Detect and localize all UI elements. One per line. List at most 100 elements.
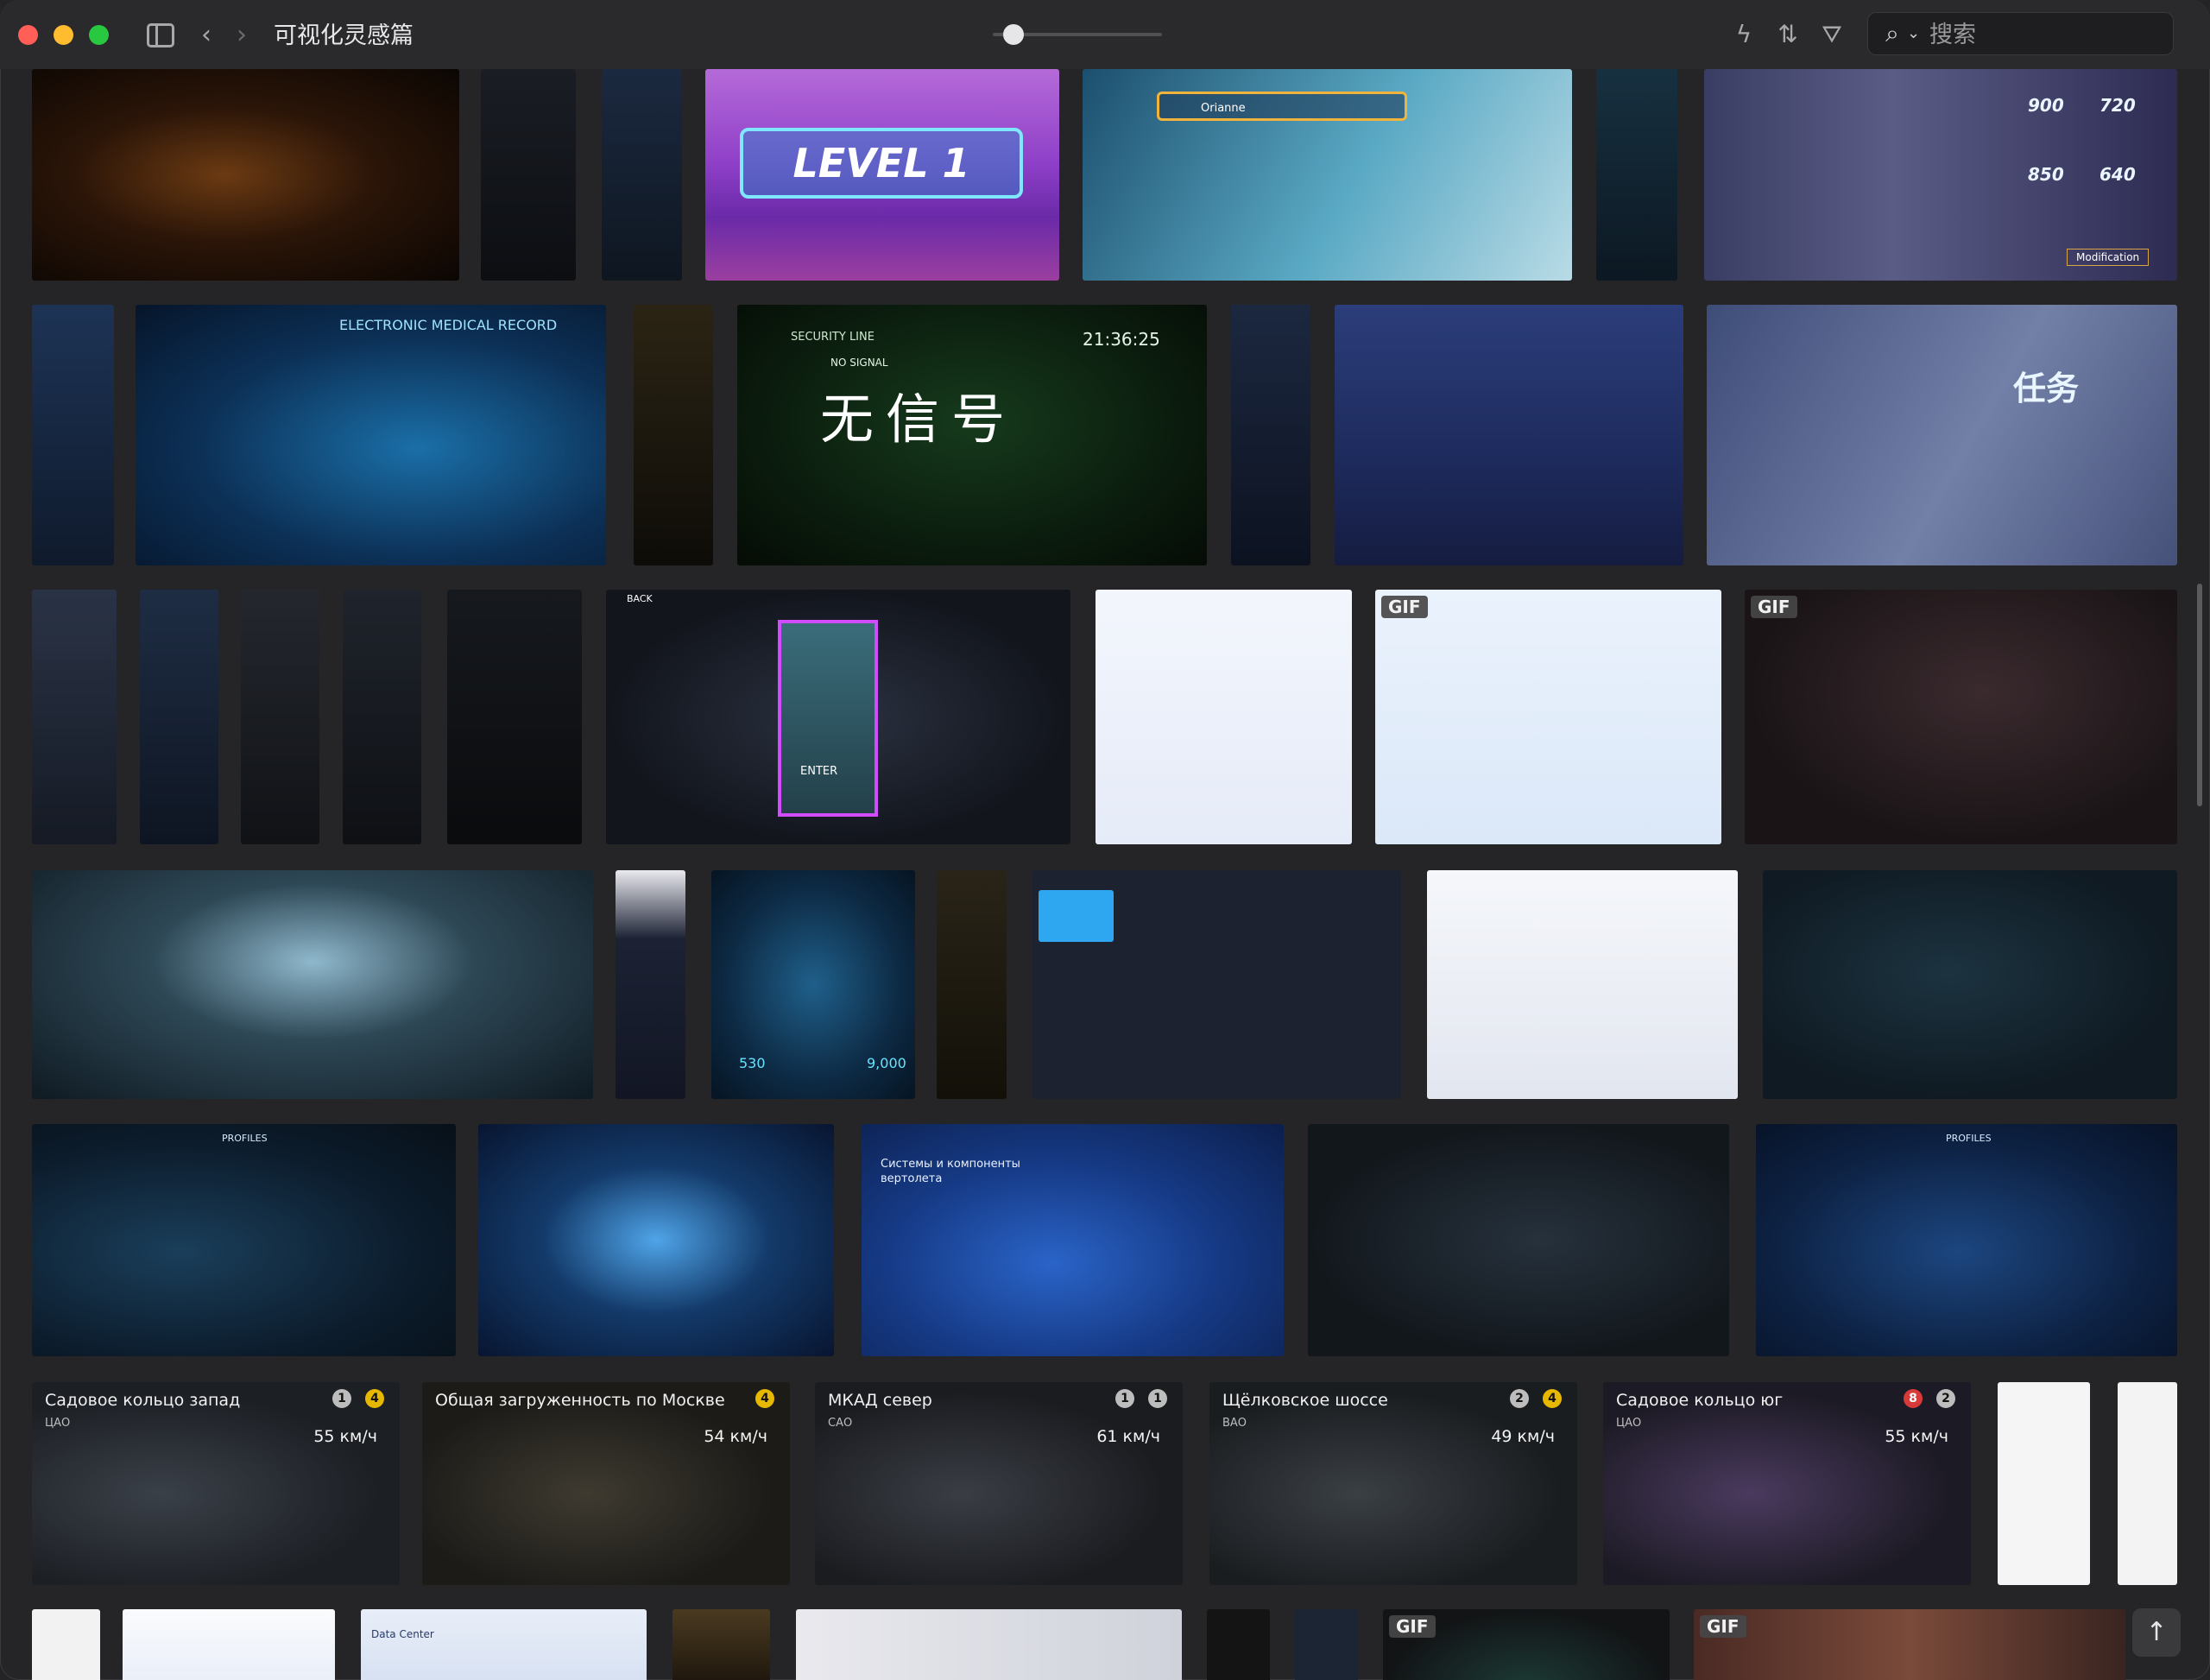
- enter-label: ENTER: [800, 765, 838, 778]
- security-line-label: SECURITY LINE: [791, 331, 875, 344]
- search-input[interactable]: [1928, 16, 2164, 53]
- thumbnail-mobile-code[interactable]: [241, 590, 319, 844]
- pm-card: [1039, 890, 1114, 942]
- thumbnail-row7-phone[interactable]: [1295, 1609, 1358, 1680]
- thumbnail-card-shop[interactable]: [1335, 305, 1683, 565]
- back-label: BACK: [627, 593, 653, 604]
- thumbnail-hud-cannon[interactable]: [32, 69, 459, 281]
- thumbnail-card-game[interactable]: GIF: [1745, 590, 2177, 844]
- speed-850: 850: [2028, 164, 2064, 185]
- thumbnail-mobile-cyan[interactable]: [1596, 69, 1677, 281]
- profiles-label: PROFILES: [222, 1133, 268, 1144]
- leaderboard-top-row: Orianne: [1157, 92, 1407, 121]
- gif-badge: GIF: [1751, 596, 1797, 618]
- forward-icon[interactable]: ›: [230, 21, 254, 50]
- scrollbar-thumb[interactable]: [2197, 584, 2202, 806]
- map-district: ЦАО: [1616, 1417, 1642, 1430]
- map-title: Общая загруженность по Москве: [435, 1391, 725, 1410]
- thumbnail-city-3d[interactable]: 530 9,000: [711, 870, 915, 1099]
- thumbnail-isometric-network[interactable]: GIF: [1375, 590, 1721, 844]
- chevron-down-icon[interactable]: ⌄: [1907, 19, 1920, 48]
- thumbnail-moscow-map-2[interactable]: Общая загруженность по Москве 54 км/ч 4: [422, 1382, 790, 1585]
- thumbnail-instance-task[interactable]: BACK ENTER: [606, 590, 1070, 844]
- map-badge-2: 1: [1148, 1389, 1167, 1408]
- thumbnail-row7-cube[interactable]: [123, 1609, 335, 1680]
- map-speed: 54 км/ч: [704, 1427, 767, 1446]
- thumbnail-white-doc-1[interactable]: [1998, 1382, 2090, 1585]
- sidebar-toggle-icon[interactable]: [147, 23, 174, 47]
- thumbnail-moscow-map-5[interactable]: Садовое кольцо юг ЦАО 55 км/ч 8 2: [1603, 1382, 1971, 1585]
- thumbnail-mobile-map[interactable]: [140, 590, 218, 844]
- map-speed: 55 км/ч: [313, 1427, 377, 1446]
- thumbnail-moscow-map-3[interactable]: МКАД север САО 61 км/ч 1 1: [815, 1382, 1183, 1585]
- profiles-label: PROFILES: [1946, 1133, 1992, 1144]
- speed-720: 720: [2100, 95, 2136, 116]
- close-window-button[interactable]: [18, 25, 38, 45]
- thumbnail-row7-mobile[interactable]: [672, 1609, 770, 1680]
- title-bar: ‹ › 可视化灵感篇 ϟ ⇅ ⛛ ⌕ ⌄: [0, 0, 2210, 69]
- thumbnail-moscow-map-4[interactable]: Щёлковское шоссе ВАО 49 км/ч 2 4: [1209, 1382, 1577, 1585]
- thumbnail-mobile-mech[interactable]: [32, 590, 117, 844]
- thumbnail-profiles-body[interactable]: PROFILES: [32, 1124, 456, 1356]
- thumbnail-row7-datacenter[interactable]: Data Center: [361, 1609, 647, 1680]
- speed-900: 900: [2028, 95, 2064, 116]
- thumbnail-cryo-boy[interactable]: [32, 870, 593, 1099]
- thumbnail-mobile-ui[interactable]: [481, 69, 576, 281]
- thumbnail-isometric-logo[interactable]: [1427, 870, 1738, 1099]
- zoom-window-button[interactable]: [89, 25, 109, 45]
- thumbnail-helicopter[interactable]: Системы и компоненты вертолета: [862, 1124, 1284, 1356]
- datacenter-label: Data Center: [371, 1628, 434, 1640]
- thumbnail-white-doc-2[interactable]: [2118, 1382, 2177, 1585]
- thumbnail-mobile-game[interactable]: [602, 69, 682, 281]
- minimize-window-button[interactable]: [54, 25, 73, 45]
- thumbnail-row7-gif-radar[interactable]: GIF: [1383, 1609, 1670, 1680]
- speed-640: 640: [2100, 164, 2136, 185]
- map-title: МКАД север: [828, 1391, 932, 1410]
- back-icon[interactable]: ‹: [194, 21, 218, 50]
- thumbnail-data-hud[interactable]: [1308, 1124, 1729, 1356]
- slider-knob[interactable]: [1003, 24, 1024, 45]
- thumbnail-moscow-map-1[interactable]: Садовое кольцо запад ЦАО 55 км/ч 1 4: [32, 1382, 400, 1585]
- thumbnail-turbine-hud[interactable]: [1763, 870, 2177, 1099]
- thumbnail-leaderboard[interactable]: Orianne: [1083, 69, 1572, 281]
- search-box[interactable]: ⌕ ⌄: [1867, 12, 2174, 55]
- thumbnail-mobile-brown[interactable]: [937, 870, 1007, 1099]
- thumbnail-row7-gif-room[interactable]: GIF: [1694, 1609, 2125, 1680]
- instance-card-selected: [778, 620, 878, 817]
- thumbnail-mobile-blue[interactable]: [32, 305, 114, 565]
- thumbnail-profiles-soldier[interactable]: PROFILES: [1756, 1124, 2177, 1356]
- scroll-to-top-button[interactable]: ↑: [2132, 1608, 2181, 1657]
- thumbnail-isometric-shop[interactable]: [1096, 590, 1352, 844]
- thumbnail-level-1[interactable]: LEVEL 1: [705, 69, 1059, 281]
- thumbnail-mission-car[interactable]: 任务: [1707, 305, 2177, 565]
- window-title: 可视化灵感篇: [274, 22, 414, 49]
- search-icon[interactable]: ⌕: [1878, 19, 1907, 48]
- thumbnail-mobile-phone[interactable]: [616, 870, 685, 1099]
- thumbnail-car-tuning[interactable]: 900 720 850 640 Modification: [1704, 69, 2177, 281]
- thumbnail-mobile-inventory[interactable]: [447, 590, 582, 844]
- thumbnail-no-signal[interactable]: SECURITY LINE 21:36:25 NO SIGNAL 无信号: [737, 305, 1207, 565]
- thumbnail-row7-dark[interactable]: [1207, 1609, 1270, 1680]
- thumbnail-mobile-dark[interactable]: [343, 590, 421, 844]
- map-district: ЦАО: [45, 1417, 71, 1430]
- map-speed: 49 км/ч: [1491, 1427, 1555, 1446]
- medical-title: ELECTRONIC MEDICAL RECORD: [339, 317, 558, 333]
- thumbnail-brain[interactable]: [478, 1124, 834, 1356]
- gif-badge: GIF: [1381, 596, 1428, 618]
- thumbnail-car-control[interactable]: [1032, 870, 1401, 1099]
- thumbnail-row7-doc[interactable]: [32, 1609, 100, 1680]
- clock-label: 21:36:25: [1083, 329, 1160, 350]
- gif-badge: GIF: [1700, 1615, 1746, 1638]
- map-badge-2: 2: [1936, 1389, 1955, 1408]
- thumbnail-mobile-vs[interactable]: [1231, 305, 1310, 565]
- thumbnail-medical-record[interactable]: ELECTRONIC MEDICAL RECORD: [136, 305, 606, 565]
- thumbnail-mobile-gold[interactable]: [634, 305, 713, 565]
- map-badge-1: 1: [332, 1389, 351, 1408]
- map-badge-1: 1: [1115, 1389, 1134, 1408]
- thumbnail-row7-hero[interactable]: [796, 1609, 1182, 1680]
- no-signal-label: NO SIGNAL: [830, 357, 888, 369]
- sort-icon[interactable]: ⇅: [1772, 19, 1803, 50]
- filter-icon[interactable]: ⛛: [1816, 19, 1847, 50]
- flash-icon[interactable]: ϟ: [1728, 19, 1759, 50]
- mission-label: 任务: [2013, 369, 2080, 407]
